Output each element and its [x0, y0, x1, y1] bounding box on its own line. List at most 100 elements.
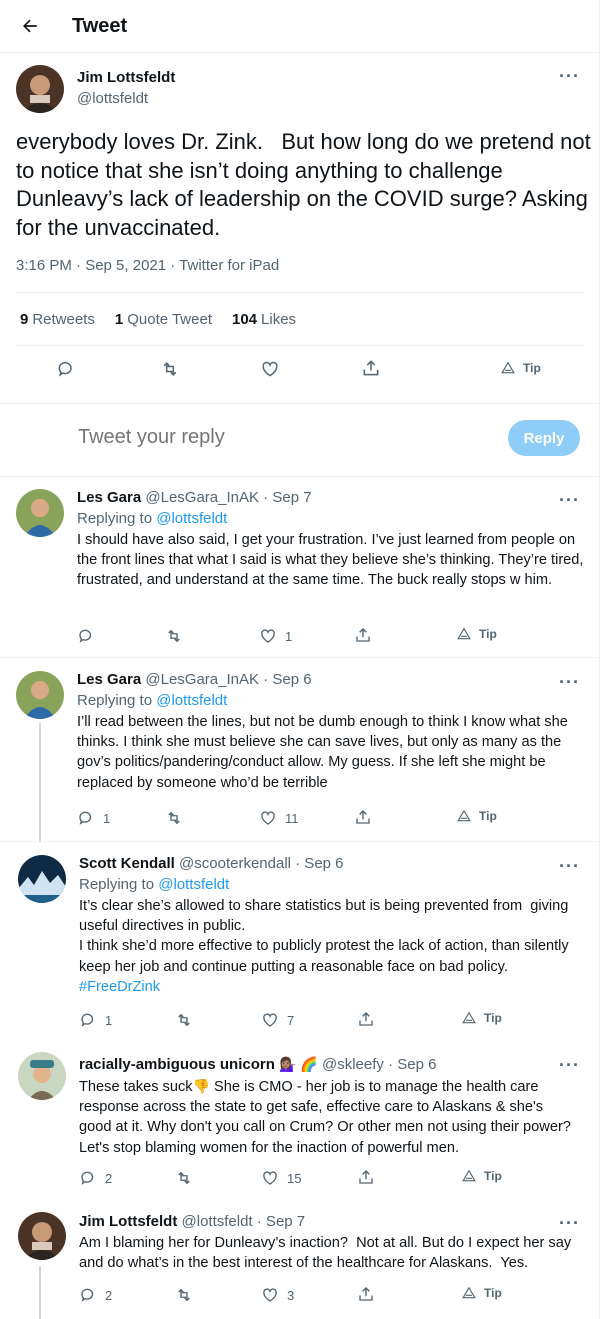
reply-text: It’s clear she’s allowed to share statis… [79, 898, 569, 995]
reply-icon[interactable]: 2 [79, 1169, 112, 1187]
author-name[interactable]: Les Gara [77, 671, 141, 688]
tip-label: Tip [479, 809, 497, 823]
avatar[interactable] [18, 1052, 66, 1100]
author-handle-date[interactable]: @LesGara_InAK · Sep 6 [145, 671, 311, 688]
reply-count: 2 [105, 1170, 113, 1186]
reply-icon[interactable]: 2 [79, 1286, 112, 1304]
author-name[interactable]: Jim Lottsfeldt [79, 1213, 177, 1230]
tweet-timestamp[interactable]: 3:16 PM · Sep 5, 2021 · Twitter for iPad [16, 257, 279, 274]
avatar[interactable] [18, 1212, 66, 1260]
replying-to-link[interactable]: @lottsfeldt [156, 692, 227, 709]
name-emoji: 💁🏽‍♀️ 🌈 [279, 1056, 318, 1072]
reply-header: Jim Lottsfeldt @lottsfeldt · Sep 7 [79, 1213, 305, 1230]
author-name[interactable]: Scott Kendall [79, 855, 175, 872]
reply-tweet[interactable]: Scott Kendall @scooterkendall · Sep 6 ··… [0, 843, 600, 1040]
retweet-icon[interactable] [159, 359, 181, 379]
like-icon[interactable] [260, 359, 280, 379]
reply-tweet[interactable]: Les Gara @LesGara_InAK · Sep 6 ··· Reply… [0, 659, 600, 842]
replying-to-link[interactable]: @lottsfeldt [156, 510, 227, 527]
share-icon[interactable] [357, 1010, 375, 1028]
avatar[interactable] [16, 65, 64, 113]
like-count: 3 [287, 1287, 295, 1303]
share-icon[interactable] [361, 358, 381, 378]
share-icon[interactable] [357, 1168, 375, 1186]
author-name[interactable]: racially-ambiguous unicorn [79, 1056, 275, 1073]
reply-button[interactable]: Reply [508, 420, 580, 456]
author-name[interactable]: Les Gara [77, 489, 141, 506]
tip-button[interactable]: Tip [501, 361, 541, 375]
retweet-icon[interactable] [164, 809, 184, 827]
author-handle[interactable]: @lottsfeldt [77, 90, 148, 107]
more-options-icon[interactable]: ··· [559, 1056, 580, 1074]
reply-icon[interactable]: 1 [77, 809, 110, 827]
like-count: 15 [287, 1170, 302, 1186]
reply-count: 1 [103, 810, 111, 826]
likes-stat[interactable]: 104 Likes [232, 311, 296, 328]
reply-count: 1 [105, 1012, 113, 1028]
like-icon[interactable]: 7 [261, 1011, 294, 1029]
reply-text: I should have also said, I get your frus… [77, 532, 588, 589]
reply-icon[interactable]: 1 [79, 1011, 112, 1029]
reply-tweet[interactable]: Les Gara @LesGara_InAK · Sep 7 ··· Reply… [0, 477, 600, 658]
reply-icon[interactable] [77, 627, 103, 645]
author-handle-date[interactable]: @scooterkendall · Sep 6 [179, 855, 343, 872]
quotes-stat[interactable]: 1 Quote Tweet [115, 311, 212, 328]
page-title: Tweet [72, 15, 128, 37]
tip-button[interactable]: Tip [462, 1286, 502, 1300]
tip-button[interactable]: Tip [457, 809, 497, 823]
retweet-icon[interactable] [164, 627, 184, 645]
reply-actions: 2 15 Tip [79, 1167, 569, 1191]
tip-button[interactable]: Tip [457, 627, 497, 641]
retweet-icon[interactable] [174, 1286, 194, 1304]
share-icon[interactable] [354, 626, 372, 644]
more-options-icon[interactable]: ··· [559, 491, 580, 509]
tweet-actions: Tip [16, 346, 584, 392]
more-options-icon[interactable]: ··· [559, 67, 580, 85]
replying-to-link[interactable]: @lottsfeldt [158, 876, 229, 893]
like-icon[interactable]: 11 [259, 809, 299, 827]
reply-actions: 2 3 Tip [79, 1284, 569, 1308]
more-options-icon[interactable]: ··· [559, 1214, 580, 1232]
tip-button[interactable]: Tip [462, 1011, 502, 1025]
share-icon[interactable] [357, 1285, 375, 1303]
hashtag-link[interactable]: #FreeDrZink [79, 979, 160, 995]
like-icon[interactable]: 3 [261, 1286, 294, 1304]
engagement-stats: 9 Retweets 1 Quote Tweet 104 Likes [16, 292, 584, 346]
tip-button[interactable]: Tip [462, 1169, 502, 1183]
avatar[interactable] [16, 489, 64, 537]
retweet-count: 9 [20, 310, 29, 328]
like-count: 104 [232, 310, 258, 328]
replying-to: Replying to @lottsfeldt [77, 510, 228, 527]
more-options-icon[interactable]: ··· [559, 673, 580, 691]
reply-header: Scott Kendall @scooterkendall · Sep 6 [79, 855, 344, 872]
likes-label: Likes [261, 310, 297, 328]
author-handle-date[interactable]: @LesGara_InAK · Sep 7 [145, 489, 311, 506]
reply-tweet[interactable]: Jim Lottsfeldt @lottsfeldt · Sep 7 ··· A… [0, 1200, 600, 1319]
reply-input[interactable] [78, 426, 478, 449]
quotes-label: Quote Tweet [127, 310, 212, 328]
author-name[interactable]: Jim Lottsfeldt [77, 69, 175, 86]
tip-label: Tip [484, 1286, 502, 1300]
reply-composer: Reply [0, 403, 600, 477]
reply-tweet[interactable]: racially-ambiguous unicorn 💁🏽‍♀️ 🌈 @skle… [0, 1040, 600, 1200]
back-arrow-icon[interactable] [17, 13, 43, 39]
like-icon[interactable]: 15 [261, 1169, 301, 1187]
reply-header: Les Gara @LesGara_InAK · Sep 6 [77, 671, 312, 688]
like-icon[interactable]: 1 [259, 627, 292, 645]
retweets-label: Retweets [32, 310, 95, 328]
retweets-stat[interactable]: 9 Retweets [20, 311, 95, 328]
reply-icon[interactable] [56, 359, 76, 379]
author-handle-date[interactable]: @lottsfeldt · Sep 7 [182, 1213, 306, 1230]
reply-text: Am I blaming her for Dunleavy’s inaction… [79, 1235, 576, 1272]
share-icon[interactable] [354, 808, 372, 826]
tweet-page: Tweet Jim Lottsfeldt @lottsfeldt ··· eve… [0, 0, 600, 1319]
reply-actions: 1 Tip [77, 625, 567, 649]
more-options-icon[interactable]: ··· [559, 857, 580, 875]
thumbs-down-emoji: 👎 [192, 1078, 210, 1094]
reply-actions: 1 7 Tip [79, 1009, 569, 1033]
avatar[interactable] [18, 855, 66, 903]
retweet-icon[interactable] [174, 1169, 194, 1187]
avatar[interactable] [16, 671, 64, 719]
author-handle-date[interactable]: @skleefy · Sep 6 [322, 1056, 436, 1073]
retweet-icon[interactable] [174, 1011, 194, 1029]
